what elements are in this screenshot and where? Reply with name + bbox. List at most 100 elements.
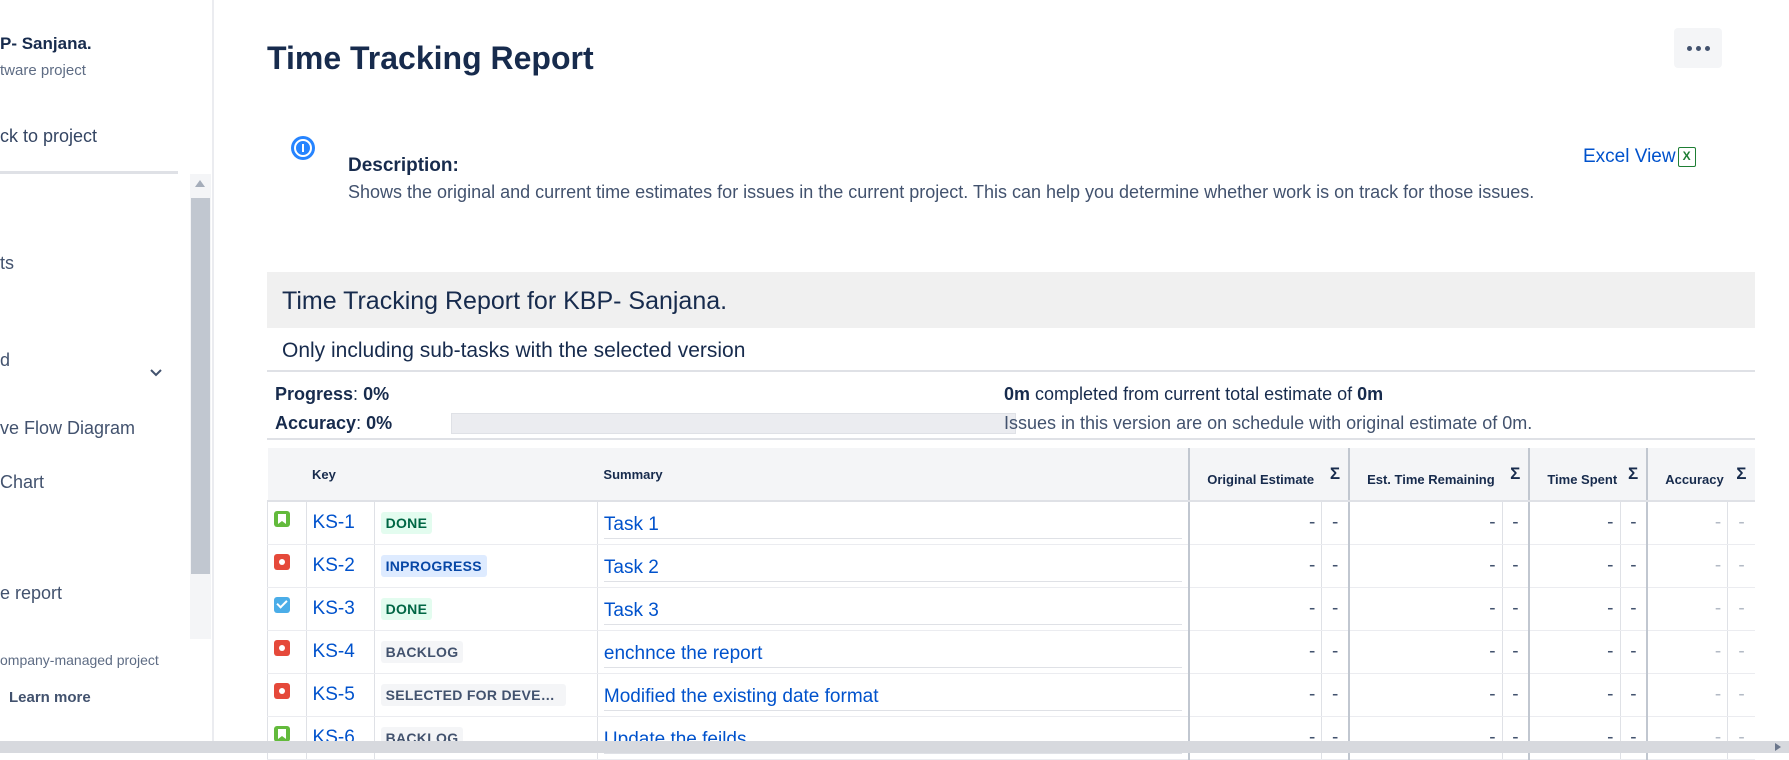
- status-badge: DONE: [380, 511, 433, 534]
- est-remaining-header: Est. Time Remaining: [1348, 448, 1503, 502]
- project-name: P- Sanjana.: [0, 34, 92, 53]
- status-badge: INPROGRESS: [380, 554, 487, 577]
- time-spent-cell: -: [1528, 587, 1620, 631]
- report-header: Time Tracking Report for KBP- Sanjana.: [267, 272, 1755, 328]
- divider: [267, 438, 1755, 440]
- total-estimate: 0m: [1357, 384, 1384, 404]
- accuracy-sum-cell: -: [1727, 544, 1755, 588]
- time-tracking-table: Key Summary Original Estimate Σ Est. Tim…: [267, 448, 1755, 760]
- summary-cell[interactable]: Task 1: [596, 501, 1190, 545]
- summary-cell[interactable]: Task 2: [596, 544, 1190, 588]
- table-body: KS-1 DONE Task 1- - - - - - - - KS-2 INPROGRESS Task…: [267, 501, 1755, 760]
- sigma-icon: Σ: [1620, 448, 1648, 502]
- divider: [267, 370, 1755, 372]
- accuracy-sum-cell: -: [1727, 716, 1755, 760]
- issue-key-link[interactable]: KS-3: [305, 587, 375, 631]
- description-label: Description:: [348, 155, 459, 176]
- accuracy-sum-cell: -: [1727, 501, 1755, 545]
- summary-cell[interactable]: Modified the existing date format: [596, 673, 1190, 717]
- accuracy-cell: -: [1646, 501, 1728, 545]
- summary-header[interactable]: Summary: [597, 448, 1190, 502]
- chevron-down-icon[interactable]: [148, 365, 164, 381]
- accuracy-cell: -: [1646, 673, 1728, 717]
- time-spent-sum-cell: -: [1619, 544, 1648, 588]
- more-dot-icon: [1705, 46, 1710, 51]
- issue-type-cell: [267, 501, 307, 545]
- issue-key-link[interactable]: KS-6: [305, 716, 375, 760]
- summary-cell[interactable]: enchnce the report: [596, 630, 1190, 674]
- report-title: Time Tracking Report for KBP- Sanjana.: [282, 287, 728, 315]
- table-row: KS-3 DONE Task 3--------: [267, 587, 1755, 631]
- story-icon: [274, 725, 290, 742]
- issue-key-link[interactable]: KS-4: [305, 630, 375, 674]
- time-spent-header: Time Spent: [1528, 448, 1620, 502]
- progress-value: 0%: [363, 384, 390, 404]
- excel-view-label[interactable]: Excel View: [1583, 146, 1676, 168]
- learn-more-link[interactable]: Learn more: [9, 689, 91, 706]
- excel-view-link[interactable]: Excel View X: [1583, 146, 1696, 168]
- issue-summary-link[interactable]: Task 3: [603, 600, 1183, 625]
- table-row: KS-1 DONE Task 1--------: [267, 501, 1755, 545]
- sidebar-item-control-chart[interactable]: Chart: [0, 472, 44, 493]
- time-spent-cell: -: [1528, 630, 1620, 674]
- sidebar-scrollbar[interactable]: [190, 174, 211, 639]
- task-icon: [274, 596, 290, 613]
- accuracy-stat: Accuracy: 0%: [275, 413, 393, 433]
- completed-text: completed from current total estimate of: [1030, 384, 1358, 404]
- sidebar-item-cumulative-flow[interactable]: ve Flow Diagram: [0, 418, 135, 439]
- more-dot-icon: [1687, 46, 1692, 51]
- more-dot-icon: [1696, 46, 1701, 51]
- type-header: [267, 448, 307, 502]
- est-remaining-cell: -: [1348, 587, 1503, 631]
- issue-summary-link[interactable]: Task 2: [603, 557, 1183, 582]
- sidebar-item-reports[interactable]: ts: [0, 253, 14, 274]
- summary-cell[interactable]: Update the feilds: [596, 716, 1190, 760]
- est-remaining-cell: -: [1348, 716, 1503, 760]
- est-remaining-cell: -: [1348, 630, 1503, 674]
- key-header[interactable]: Key: [306, 448, 375, 502]
- excel-icon[interactable]: X: [1677, 147, 1696, 167]
- back-to-project-link[interactable]: ck to project: [0, 126, 97, 147]
- scrollbar-thumb[interactable]: [191, 198, 210, 574]
- horizontal-scrollbar[interactable]: [0, 741, 1789, 753]
- accuracy-cell: -: [1646, 587, 1728, 631]
- time-spent-cell: -: [1528, 544, 1620, 588]
- progress-stat: Progress: 0%: [275, 384, 390, 404]
- bug-icon: [274, 553, 290, 570]
- status-badge: SELECTED FOR DEVELO...: [380, 683, 566, 706]
- summary-cell[interactable]: Task 3: [596, 587, 1190, 631]
- status-badge: BACKLOG: [380, 640, 464, 663]
- time-spent-sum-cell: -: [1619, 630, 1648, 674]
- est-remaining-cell: -: [1348, 673, 1503, 717]
- original-estimate-cell: -: [1188, 630, 1322, 674]
- est-remaining-sum-cell: -: [1501, 716, 1530, 760]
- scroll-right-arrow-icon[interactable]: [1775, 743, 1781, 751]
- status-cell: DONE: [373, 587, 598, 631]
- issue-summary-link[interactable]: Modified the existing date format: [603, 686, 1183, 711]
- issue-type-cell: [267, 544, 307, 588]
- bug-icon: [274, 682, 290, 699]
- issue-summary-link[interactable]: Task 1: [603, 514, 1183, 539]
- issue-key-link[interactable]: KS-1: [305, 501, 375, 545]
- original-estimate-cell: -: [1188, 544, 1322, 588]
- sidebar-item-time-report[interactable]: e report: [0, 583, 62, 604]
- sidebar-item-group[interactable]: d: [0, 350, 10, 371]
- more-actions-button[interactable]: [1674, 28, 1722, 68]
- issue-type-cell: [267, 716, 307, 760]
- issue-key-link[interactable]: KS-2: [305, 544, 375, 588]
- original-estimate-cell: -: [1188, 501, 1322, 545]
- sigma-icon: Σ: [1502, 448, 1530, 502]
- accuracy-cell: -: [1646, 716, 1728, 760]
- progress-label: Progress: [275, 384, 354, 404]
- report-subtitle: Only including sub-tasks with the select…: [282, 339, 746, 362]
- scroll-up-arrow-icon[interactable]: [195, 180, 205, 187]
- status-cell: BACKLOG: [373, 630, 598, 674]
- original-estimate-sum-cell: -: [1321, 630, 1350, 674]
- original-estimate-sum-cell: -: [1321, 716, 1350, 760]
- issue-key-link[interactable]: KS-5: [305, 673, 375, 717]
- table-row: KS-6 BACKLOG Update the feilds - - - - - - - -: [267, 716, 1755, 760]
- page-title: Time Tracking Report: [267, 40, 594, 76]
- issue-summary-link[interactable]: enchnce the report: [603, 643, 1183, 668]
- completed-summary: 0m completed from current total estimate…: [1004, 384, 1383, 405]
- schedule-note: Issues in this version are on schedule w…: [1004, 413, 1533, 433]
